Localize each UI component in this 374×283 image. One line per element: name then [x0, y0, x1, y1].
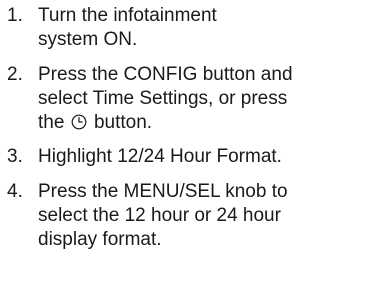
step-text-fragment: the	[38, 112, 65, 133]
step-number: 3.	[7, 146, 23, 167]
step-text: Press the MENU/SEL knob to select the 12…	[38, 180, 368, 252]
step-text-fragment: button.	[93, 112, 153, 133]
step-text: Highlight 12/24 Hour Format.	[38, 145, 368, 169]
step-number: 1.	[7, 5, 23, 26]
step-text: Turn the infotainment system ON.	[38, 4, 368, 52]
step-text-line: select Time Settings, or press	[38, 88, 288, 109]
step-text-line: select the 12 hour or 24 hour	[38, 205, 281, 226]
step-text-line: system ON.	[38, 29, 138, 50]
clock-icon	[71, 114, 87, 130]
step-text: Press the CONFIG button and select Time …	[38, 63, 368, 135]
step-text-line: display format.	[38, 229, 162, 250]
step-number: 4.	[7, 181, 23, 202]
step-text-line: Highlight 12/24 Hour Format.	[38, 146, 282, 167]
step-text-line-with-icon: the button.	[38, 111, 368, 135]
step-text-line: Press the CONFIG button and	[38, 64, 293, 85]
step-number: 2.	[7, 64, 23, 85]
step-text-line: Turn the infotainment	[38, 5, 217, 26]
step-text-line: Press the MENU/SEL knob to	[38, 181, 288, 202]
